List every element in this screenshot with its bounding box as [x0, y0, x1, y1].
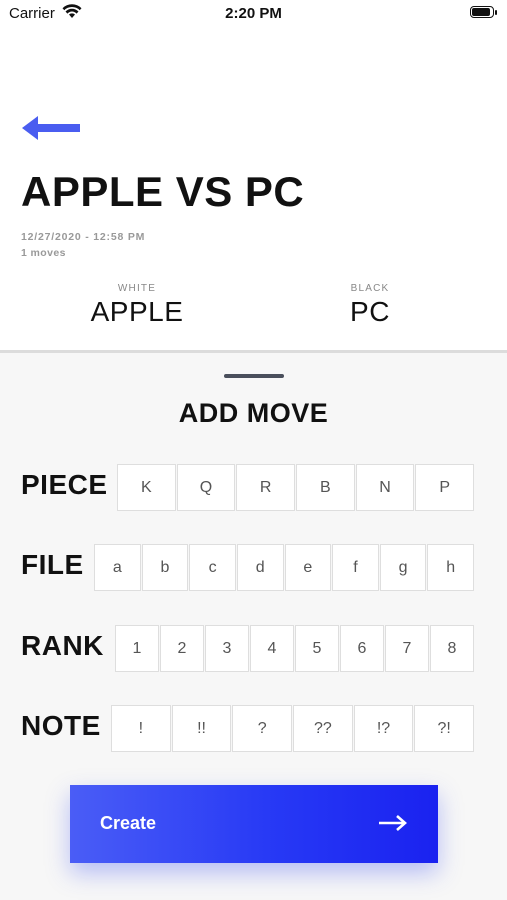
- note-selector: ! !! ? ?? !? ?!: [111, 705, 475, 752]
- rank-option[interactable]: 4: [250, 625, 294, 672]
- note-label: NOTE: [21, 710, 101, 741]
- piece-selector: K Q R B N P: [117, 464, 475, 511]
- white-player: WHITE APPLE: [37, 283, 237, 328]
- game-date: 12/27/2020 - 12:58 PM: [21, 231, 146, 243]
- page-title: APPLE VS PC: [21, 168, 305, 215]
- piece-option[interactable]: P: [415, 464, 475, 511]
- piece-label: PIECE: [21, 469, 108, 500]
- create-button[interactable]: Create: [70, 785, 438, 863]
- black-player: BLACK PC: [270, 283, 470, 328]
- piece-option[interactable]: Q: [176, 464, 236, 511]
- section-title: ADD MOVE: [178, 398, 329, 428]
- file-option[interactable]: f: [332, 544, 379, 591]
- rank-option[interactable]: 8: [430, 625, 474, 672]
- file-option[interactable]: h: [427, 544, 474, 591]
- add-move-sheet: ADD MOVE PIECE K Q R B N P FILE a b c d …: [0, 350, 507, 900]
- battery-icon: [470, 6, 498, 19]
- rank-option[interactable]: 7: [385, 625, 429, 672]
- rank-option[interactable]: 3: [205, 625, 249, 672]
- rank-selector: 1 2 3 4 5 6 7 8: [115, 625, 474, 672]
- rank-option[interactable]: 2: [160, 625, 204, 672]
- note-option[interactable]: ?: [232, 705, 293, 752]
- file-option[interactable]: b: [141, 544, 189, 591]
- file-option[interactable]: e: [284, 544, 332, 591]
- rank-option[interactable]: 6: [340, 625, 384, 672]
- black-player-name: PC: [350, 296, 390, 327]
- note-option[interactable]: ??: [293, 705, 353, 752]
- note-option[interactable]: !!: [171, 705, 232, 752]
- piece-option[interactable]: N: [355, 464, 415, 511]
- piece-option[interactable]: B: [296, 464, 355, 511]
- file-option[interactable]: g: [379, 544, 427, 591]
- file-option[interactable]: c: [189, 544, 236, 591]
- note-option[interactable]: !?: [353, 705, 414, 752]
- file-label: FILE: [21, 549, 84, 580]
- piece-option[interactable]: R: [236, 464, 296, 511]
- move-count: 1 moves: [21, 247, 66, 259]
- file-selector: a b c d e f g h: [94, 544, 474, 591]
- white-player-name: APPLE: [90, 296, 184, 327]
- black-label: BLACK: [350, 283, 390, 294]
- drag-handle[interactable]: [224, 374, 284, 378]
- file-option[interactable]: d: [236, 544, 284, 591]
- back-button[interactable]: [20, 112, 82, 144]
- arrow-left-icon: [22, 116, 80, 140]
- create-button-label: Create: [100, 813, 157, 833]
- rank-option[interactable]: 1: [115, 625, 159, 672]
- note-option[interactable]: ?!: [414, 705, 475, 752]
- piece-option[interactable]: K: [117, 464, 176, 511]
- status-bar: Carrier 2:20 PM: [0, 0, 507, 28]
- file-option[interactable]: a: [94, 544, 141, 591]
- white-label: WHITE: [117, 283, 157, 294]
- rank-option[interactable]: 5: [295, 625, 339, 672]
- note-option[interactable]: !: [111, 705, 171, 752]
- rank-label: RANK: [21, 630, 104, 661]
- arrow-right-icon: [379, 815, 407, 831]
- clock: 2:20 PM: [225, 5, 282, 22]
